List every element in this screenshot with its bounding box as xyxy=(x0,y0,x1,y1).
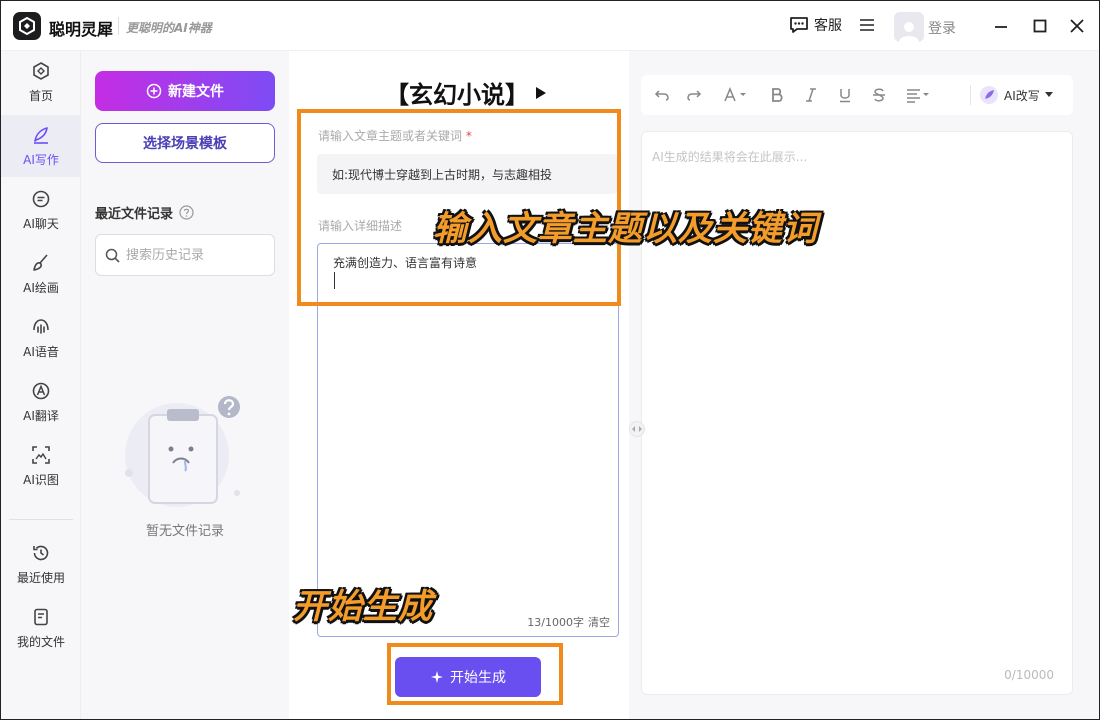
output-placeholder: AI生成的结果将会在此展示... xyxy=(652,150,808,164)
files-panel: 新建文件 选择场景模板 最近文件记录 搜索历史记录 暂无文件记录 xyxy=(81,51,289,719)
avatar[interactable] xyxy=(894,12,924,42)
empty-files-text: 暂无文件记录 xyxy=(145,524,224,539)
nav-item-home[interactable]: 首页 xyxy=(1,51,81,113)
nav-label: AI绘画 xyxy=(23,280,59,295)
output-area[interactable]: AI生成的结果将会在此展示... 0/10000 xyxy=(641,131,1073,695)
history-search-input[interactable] xyxy=(126,247,266,263)
chevron-down-icon xyxy=(1044,92,1053,97)
required-mark: * xyxy=(465,129,472,143)
help-icon[interactable] xyxy=(179,205,194,220)
recent-files-title: 最近文件记录 xyxy=(95,207,174,222)
nav-item-ai-writing[interactable]: AI写作 xyxy=(1,115,81,177)
start-generate-button[interactable]: 开始生成 xyxy=(395,657,541,697)
clear-button[interactable]: 清空 xyxy=(588,614,610,630)
play-triangle-icon xyxy=(536,86,546,99)
topic-label-text: 请输入文章主题或者关键词 xyxy=(318,129,463,143)
detail-char-count: 13/1000字 xyxy=(527,616,584,629)
login-link[interactable]: 登录 xyxy=(928,18,956,38)
underline-icon[interactable] xyxy=(835,85,855,105)
recent-files-heading: 最近文件记录 xyxy=(95,203,194,222)
text-cursor xyxy=(334,272,335,289)
output-panel: AI改写 AI生成的结果将会在此展示... 0/10000 xyxy=(629,51,1099,719)
nav-label: AI识图 xyxy=(23,472,59,487)
voice-icon xyxy=(33,318,49,334)
detail-counter: 13/1000字 清空 xyxy=(527,614,610,630)
ai-rewrite-label: AI改写 xyxy=(1004,88,1040,103)
bold-icon[interactable] xyxy=(767,85,787,105)
plus-circle-icon xyxy=(146,83,162,99)
history-search[interactable] xyxy=(95,234,275,276)
maximize-button[interactable] xyxy=(1030,16,1050,36)
align-icon[interactable] xyxy=(903,85,933,105)
brush-icon xyxy=(33,253,48,271)
close-icon xyxy=(1070,19,1084,33)
sparkle-icon xyxy=(431,671,443,683)
customer-service-label: 客服 xyxy=(814,18,842,34)
ai-rewrite-button[interactable]: AI改写 xyxy=(979,84,1053,106)
nav-label: 我的文件 xyxy=(16,634,65,649)
topic-label: 请输入文章主题或者关键词 * xyxy=(318,127,472,144)
title-divider xyxy=(118,17,119,35)
home-icon xyxy=(33,61,49,80)
customer-service-button[interactable]: 客服 xyxy=(788,15,842,35)
search-icon xyxy=(105,248,120,263)
app-slogan: 更聪明的AI神器 xyxy=(126,21,212,35)
document-title[interactable]: 【玄幻小说】 xyxy=(385,75,547,110)
feather-icon xyxy=(980,86,998,104)
nav-label: AI聊天 xyxy=(23,216,59,231)
nav-divider xyxy=(9,519,73,520)
title-bar: 聪明灵犀 更聪明的AI神器 客服 登录 xyxy=(1,1,1099,51)
app-window: 聪明灵犀 更聪明的AI神器 客服 登录 首页 AI写作 AI聊天 AI绘画 AI… xyxy=(0,0,1100,720)
nav-item-my-files[interactable]: 我的文件 xyxy=(1,597,81,659)
panel-resize-handle[interactable] xyxy=(629,421,645,437)
chat-icon xyxy=(32,190,50,207)
image-scan-icon xyxy=(32,445,50,464)
nav-item-ai-painting[interactable]: AI绘画 xyxy=(1,243,81,305)
undo-icon[interactable] xyxy=(651,85,673,105)
output-char-count: 0/10000 xyxy=(1004,668,1054,682)
detail-label: 请输入详细描述 xyxy=(318,219,403,233)
menu-icon[interactable] xyxy=(859,17,875,37)
detail-textarea[interactable] xyxy=(318,244,618,636)
app-logo-icon xyxy=(13,12,41,40)
nav-item-recent[interactable]: 最近使用 xyxy=(1,533,81,595)
nav-label: AI翻译 xyxy=(23,408,59,423)
toolbar-divider xyxy=(970,85,971,105)
new-file-label: 新建文件 xyxy=(168,83,224,99)
minimize-icon xyxy=(995,26,1007,28)
nav-label: AI语音 xyxy=(23,344,59,359)
document-title-text: 【玄幻小说】 xyxy=(385,81,529,109)
nav-item-ai-image-recognition[interactable]: AI识图 xyxy=(1,435,81,497)
strikethrough-icon[interactable] xyxy=(869,85,889,105)
new-file-button[interactable]: 新建文件 xyxy=(95,71,275,111)
redo-icon[interactable] xyxy=(683,85,705,105)
maximize-icon xyxy=(1033,19,1047,33)
format-toolbar: AI改写 xyxy=(641,75,1073,115)
nav-item-ai-chat[interactable]: AI聊天 xyxy=(1,179,81,241)
nav-item-ai-voice[interactable]: AI语音 xyxy=(1,307,81,369)
pen-icon xyxy=(34,126,48,144)
italic-icon[interactable] xyxy=(801,85,821,105)
writing-form-panel: 【玄幻小说】 请输入文章主题或者关键词 * 请输入详细描述 13/1000字 清… xyxy=(289,51,629,719)
font-color-icon[interactable] xyxy=(721,85,751,105)
empty-clipboard-illustration xyxy=(115,389,245,519)
app-name: 聪明灵犀 xyxy=(49,20,114,39)
resize-arrows-icon xyxy=(632,426,642,432)
nav-label: AI写作 xyxy=(23,152,59,167)
topic-input[interactable] xyxy=(317,154,617,194)
translate-icon xyxy=(32,382,50,399)
nav-label: 首页 xyxy=(28,88,53,103)
start-generate-label: 开始生成 xyxy=(450,670,506,686)
detail-textarea-wrapper: 13/1000字 清空 xyxy=(317,243,619,637)
main-nav: 首页 AI写作 AI聊天 AI绘画 AI语音 AI翻译 AI识图 最近使用 我的… xyxy=(1,51,81,719)
chat-bubble-icon xyxy=(790,17,808,33)
nav-item-ai-translate[interactable]: AI翻译 xyxy=(1,371,81,433)
history-icon xyxy=(33,545,49,560)
minimize-button[interactable] xyxy=(991,16,1011,36)
nav-label: 最近使用 xyxy=(16,570,65,585)
select-template-button[interactable]: 选择场景模板 xyxy=(95,123,275,163)
file-icon xyxy=(34,608,48,625)
close-button[interactable] xyxy=(1067,16,1087,36)
user-icon xyxy=(899,22,919,42)
